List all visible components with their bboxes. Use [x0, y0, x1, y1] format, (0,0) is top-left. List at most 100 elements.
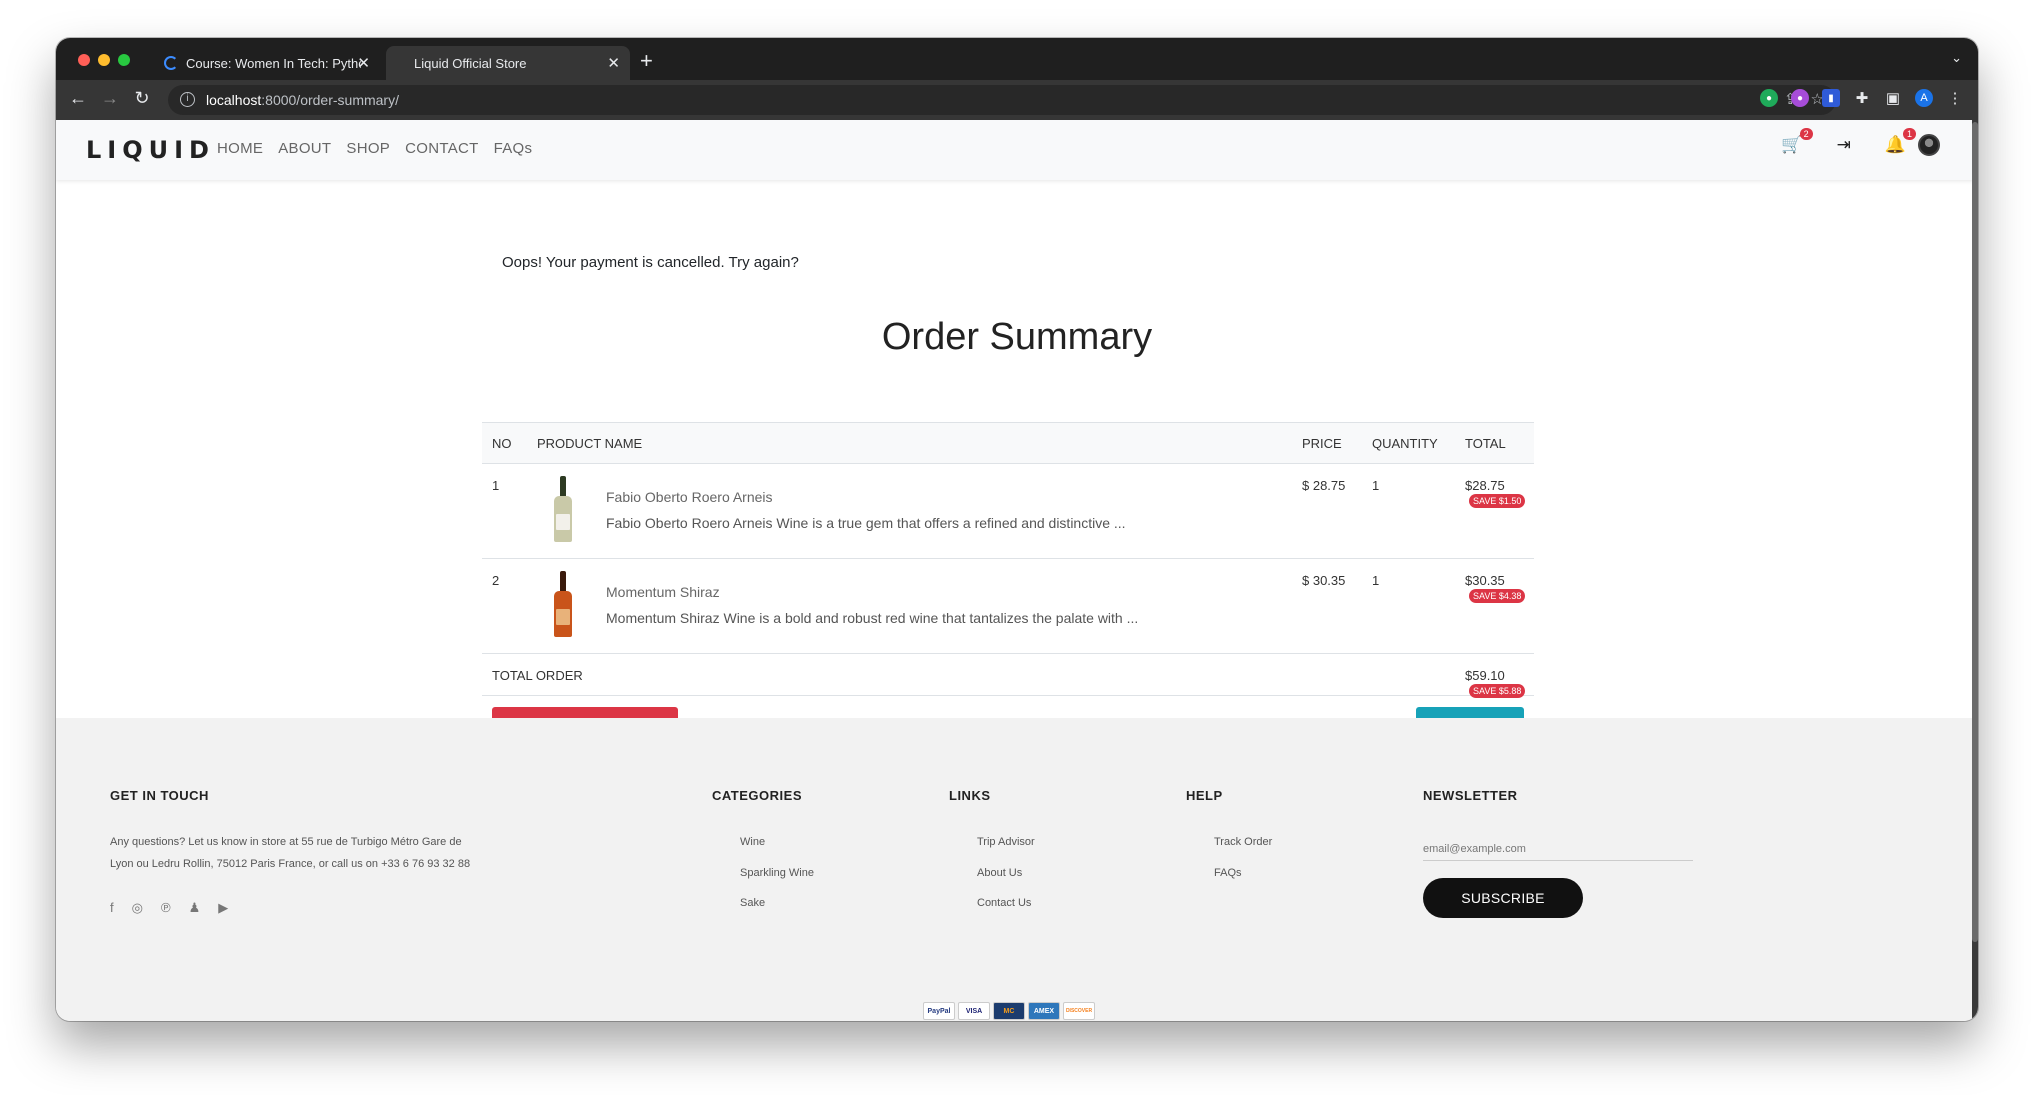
tab-course[interactable]: Course: Women In Tech: Pytho ✕: [150, 46, 380, 80]
reload-icon[interactable]: ↻: [130, 88, 154, 109]
menu-home[interactable]: HOME: [217, 140, 263, 157]
url-text[interactable]: localhost:8000/order-summary/: [206, 92, 399, 108]
payment-cancelled-message: Oops! Your payment is cancelled. Try aga…: [502, 254, 799, 271]
site-footer: GET IN TOUCH Any questions? Let us know …: [56, 718, 1974, 1021]
footer-get-in-touch-heading: GET IN TOUCH: [110, 788, 209, 803]
instagram-icon[interactable]: ◎: [132, 900, 143, 916]
footer-link-faqs[interactable]: FAQs: [1214, 867, 1242, 879]
header-total: TOTAL: [1465, 436, 1506, 451]
tab-close-icon[interactable]: ✕: [607, 54, 620, 72]
page-title: Order Summary: [881, 316, 1153, 358]
snapchat-icon[interactable]: ♟: [189, 900, 201, 916]
footer-categories-heading: CATEGORIES: [712, 788, 802, 803]
footer-link-sparkling-wine[interactable]: Sparkling Wine: [740, 867, 814, 879]
newsletter-email-input[interactable]: [1423, 837, 1693, 861]
address-bar[interactable]: i localhost:8000/order-summary/ ⌕ ⇪ ☆: [168, 85, 1836, 115]
save-badge: SAVE $4.38: [1469, 589, 1526, 603]
total-order-value: $59.10SAVE $5.88: [1465, 668, 1534, 698]
product-name[interactable]: Momentum Shiraz: [606, 584, 720, 600]
total-order-label: TOTAL ORDER: [492, 668, 583, 683]
footer-link-trip-advisor[interactable]: Trip Advisor: [977, 836, 1035, 848]
table-row: 1 Fabio Oberto Roero Arneis Fabio Oberto…: [482, 464, 1534, 559]
logout-icon[interactable]: ⇥: [1837, 135, 1851, 155]
item-total: $28.75SAVE $1.50: [1465, 478, 1534, 508]
bottle-label: [556, 514, 570, 530]
footer-links-heading: LINKS: [949, 788, 991, 803]
subscribe-button[interactable]: SUBSCRIBE: [1423, 878, 1583, 918]
footer-newsletter-heading: NEWSLETTER: [1423, 788, 1518, 803]
discover-card-icon: DISCOVER: [1063, 1002, 1095, 1020]
item-no: 2: [492, 573, 500, 588]
site-navbar: LIQUID HOME ABOUT SHOP CONTACT FAQs 🛒 2 ⇥…: [56, 120, 1974, 180]
mastercard-icon: MC: [993, 1002, 1025, 1020]
main-menu: HOME ABOUT SHOP CONTACT FAQs: [217, 140, 532, 157]
footer-link-about-us[interactable]: About Us: [977, 867, 1022, 879]
forward-icon[interactable]: →: [98, 88, 122, 109]
tab-close-icon[interactable]: ✕: [357, 54, 370, 72]
tab-strip: Course: Women In Tech: Pytho ✕ Liquid Of…: [56, 38, 1978, 80]
cart-icon[interactable]: 🛒 2: [1781, 128, 1813, 155]
facebook-icon[interactable]: f: [110, 900, 114, 916]
header-product: PRODUCT NAME: [537, 436, 643, 451]
menu-about[interactable]: ABOUT: [278, 140, 331, 157]
footer-contact-text: Any questions? Let us know in store at 5…: [110, 836, 471, 870]
item-no: 1: [492, 478, 500, 493]
item-price: $ 28.75: [1302, 478, 1346, 493]
tab-liquid-store[interactable]: Liquid Official Store ✕: [386, 46, 630, 80]
menu-faqs[interactable]: FAQs: [494, 140, 533, 157]
notification-count-badge: 1: [1902, 128, 1916, 140]
total-order-row: TOTAL ORDER $59.10SAVE $5.88: [482, 654, 1534, 698]
extensions-puzzle-icon[interactable]: ✚: [1853, 89, 1871, 107]
youtube-icon[interactable]: ▶: [218, 900, 228, 916]
cart-count-badge: 2: [1799, 128, 1813, 140]
extension-green-icon[interactable]: ●: [1760, 89, 1778, 107]
footer-link-contact-us[interactable]: Contact Us: [977, 897, 1031, 909]
product-name[interactable]: Fabio Oberto Roero Arneis: [606, 489, 773, 505]
scrollbar-thumb[interactable]: [1972, 122, 1978, 942]
footer-link-sake[interactable]: Sake: [740, 897, 765, 909]
menu-contact[interactable]: CONTACT: [405, 140, 478, 157]
visa-card-icon: VISA: [958, 1002, 990, 1020]
save-badge: SAVE $1.50: [1469, 494, 1526, 508]
browser-menu-icon[interactable]: ⋮: [1946, 89, 1964, 107]
footer-help-heading: HELP: [1186, 788, 1223, 803]
website: LIQUID HOME ABOUT SHOP CONTACT FAQs 🛒 2 ⇥…: [56, 120, 1978, 1021]
header-no: NO: [492, 436, 512, 451]
item-total: $30.35SAVE $4.38: [1465, 573, 1534, 603]
close-window-button[interactable]: [78, 54, 90, 66]
footer-link-track-order[interactable]: Track Order: [1214, 836, 1272, 848]
menu-shop[interactable]: SHOP: [346, 140, 390, 157]
side-panel-icon[interactable]: ▣: [1884, 89, 1902, 107]
new-tab-button[interactable]: +: [640, 48, 653, 74]
tab-title: Course: Women In Tech: Pytho: [186, 55, 361, 71]
item-quantity: 1: [1372, 478, 1380, 493]
extension-purple-icon[interactable]: ●: [1791, 89, 1809, 107]
pinterest-icon[interactable]: ℗: [161, 900, 171, 916]
header-price: PRICE: [1302, 436, 1342, 451]
header-quantity: QUANTITY: [1372, 436, 1438, 451]
maximize-window-button[interactable]: [118, 54, 130, 66]
product-image[interactable]: [554, 476, 572, 542]
profile-avatar[interactable]: A: [1915, 89, 1933, 107]
product-image[interactable]: [554, 571, 572, 637]
back-icon[interactable]: ←: [66, 88, 90, 109]
bell-icon[interactable]: 🔔 1: [1885, 128, 1916, 155]
site-logo[interactable]: LIQUID: [86, 136, 215, 164]
tab-search-icon[interactable]: ⌄: [1951, 50, 1962, 66]
payment-methods: PayPal VISA MC AMEX DISCOVER: [923, 1002, 1095, 1020]
item-price: $ 30.35: [1302, 573, 1346, 588]
item-quantity: 1: [1372, 573, 1380, 588]
table-row: 2 Momentum Shiraz Momentum Shiraz Wine i…: [482, 559, 1534, 654]
extension-shield-icon[interactable]: ▮: [1822, 89, 1840, 107]
amex-card-icon: AMEX: [1028, 1002, 1060, 1020]
product-description: Momentum Shiraz Wine is a bold and robus…: [606, 610, 1139, 626]
site-info-icon[interactable]: i: [180, 92, 195, 107]
product-description: Fabio Oberto Roero Arneis Wine is a true…: [606, 515, 1126, 531]
bottle-label: [556, 609, 570, 625]
social-links: f ◎ ℗ ♟ ▶: [110, 900, 228, 916]
footer-link-wine[interactable]: Wine: [740, 836, 765, 848]
user-avatar[interactable]: [1918, 134, 1940, 156]
order-table: NO PRODUCT NAME PRICE QUANTITY TOTAL 1 F…: [482, 422, 1534, 754]
browser-toolbar: ← → ↻ i localhost:8000/order-summary/ ⌕ …: [56, 80, 1978, 120]
minimize-window-button[interactable]: [98, 54, 110, 66]
